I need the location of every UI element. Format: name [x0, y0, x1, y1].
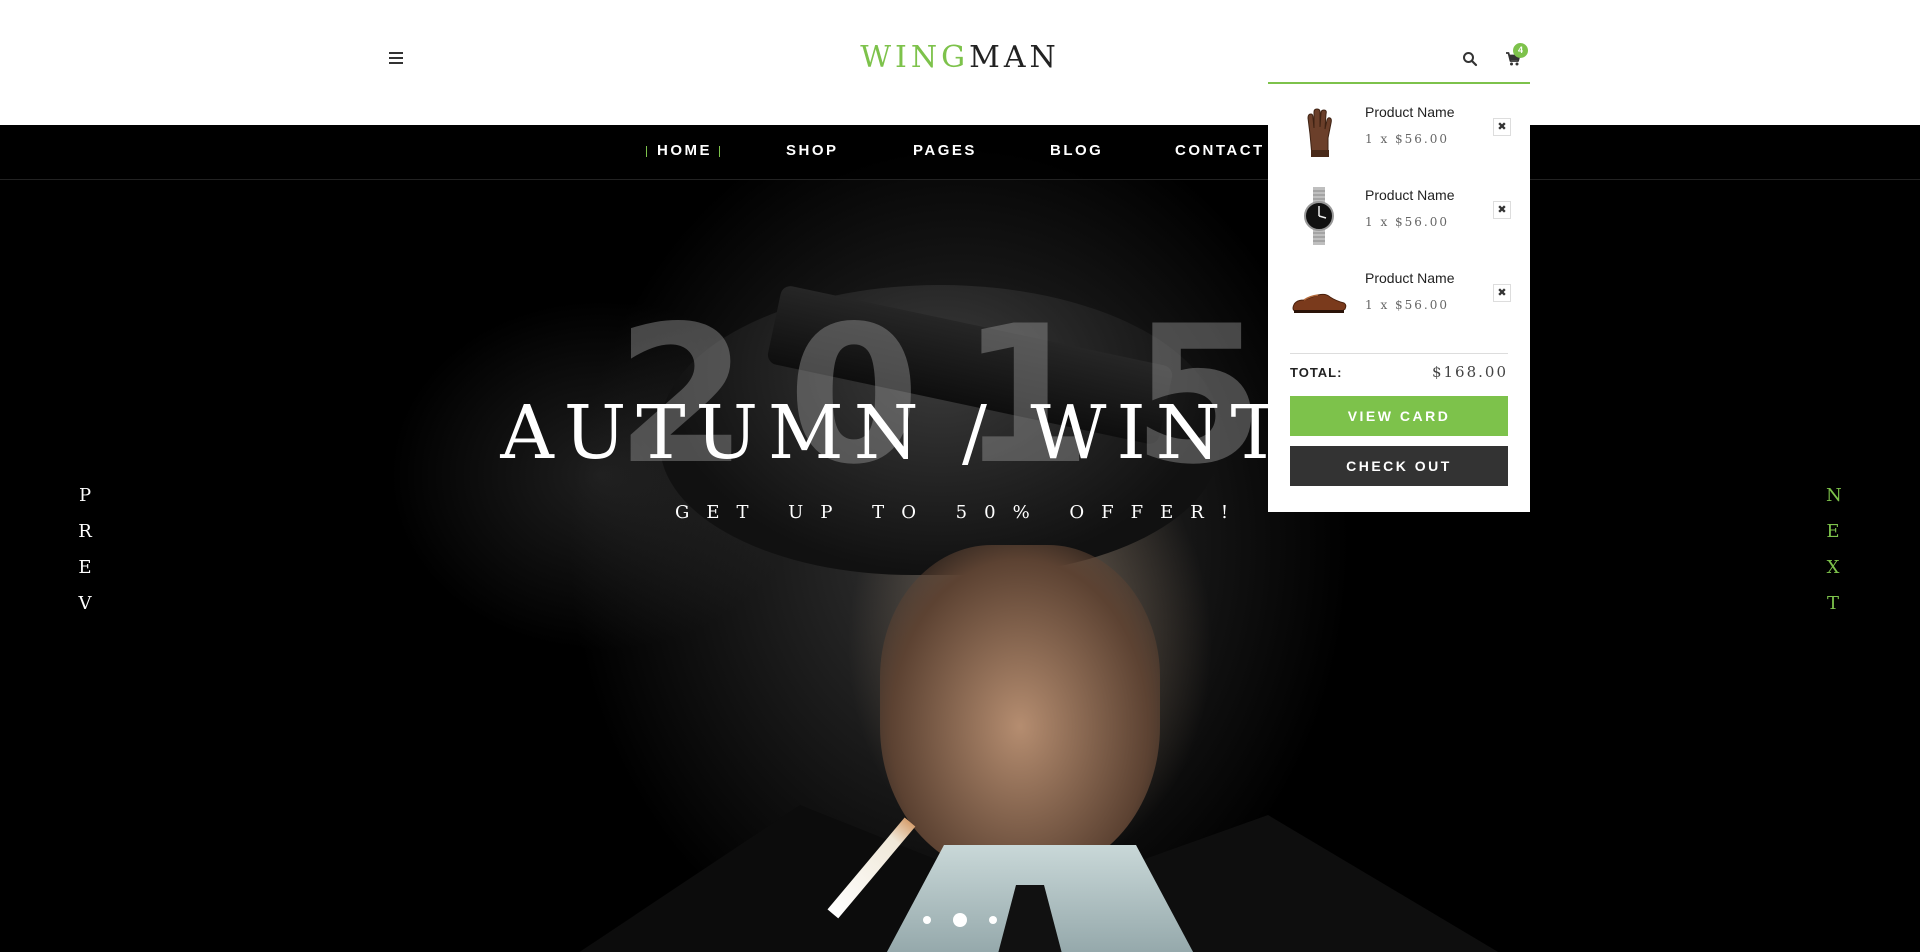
cart-item-name[interactable]: Product Name — [1365, 187, 1454, 203]
glove-icon[interactable] — [1290, 104, 1348, 162]
prev-button[interactable]: P R E V — [78, 478, 92, 622]
next-letter: X — [1826, 557, 1840, 578]
logo-accent: WING — [860, 40, 970, 75]
cart-item-price: 1 x $56.00 — [1365, 298, 1450, 312]
prev-letter: P — [78, 485, 92, 506]
cart-item-price: 1 x $56.00 — [1365, 132, 1450, 146]
hero-slider — [0, 125, 1920, 952]
remove-item-button[interactable]: ✖ — [1493, 284, 1511, 302]
search-icon[interactable] — [1462, 51, 1478, 67]
cart-dropdown: Product Name 1 x $56.00 ✖ Product Name 1… — [1268, 84, 1530, 512]
watch-icon[interactable] — [1290, 187, 1348, 245]
remove-item-button[interactable]: ✖ — [1493, 118, 1511, 136]
shoe-icon[interactable] — [1290, 270, 1348, 328]
site-logo[interactable]: WINGMAN — [0, 40, 1920, 75]
nav-pages[interactable]: PAGES — [913, 142, 977, 159]
cart-item: Product Name 1 x $56.00 ✖ — [1268, 270, 1530, 350]
cart-divider — [1290, 353, 1508, 354]
next-button[interactable]: N E X T — [1826, 478, 1842, 622]
logo-main: MAN — [969, 40, 1060, 75]
nav-contact[interactable]: CONTACT — [1175, 142, 1265, 159]
hero-headline: AUTUMN / WINTER — [500, 390, 1420, 476]
prev-letter: V — [78, 593, 92, 614]
slide-dot-2[interactable] — [953, 913, 967, 927]
main-nav: HOME SHOP PAGES BLOG CONTACT — [0, 125, 1920, 180]
cart-item: Product Name 1 x $56.00 ✖ — [1268, 104, 1530, 184]
hero-subline: GET UP TO 50% OFFER! — [674, 502, 1246, 523]
cart-item-name[interactable]: Product Name — [1365, 104, 1454, 120]
cart-total-value: $168.00 — [1431, 363, 1508, 381]
hero-face — [880, 545, 1160, 875]
next-letter: T — [1826, 593, 1839, 614]
prev-letter: E — [78, 557, 92, 578]
nav-shop[interactable]: SHOP — [786, 142, 839, 159]
cart-item: Product Name 1 x $56.00 ✖ — [1268, 187, 1530, 267]
nav-home[interactable]: HOME — [646, 142, 720, 159]
nav-blog[interactable]: BLOG — [1050, 142, 1103, 159]
prev-letter: R — [78, 521, 92, 542]
checkout-button[interactable]: CHECK OUT — [1290, 446, 1508, 486]
cart-total-label: TOTAL: — [1290, 365, 1343, 380]
slide-dot-3[interactable] — [989, 916, 997, 924]
cart-item-price: 1 x $56.00 — [1365, 215, 1450, 229]
site-header: WINGMAN 4 — [0, 0, 1920, 125]
slide-dot-1[interactable] — [923, 916, 931, 924]
view-cart-button[interactable]: VIEW CARD — [1290, 396, 1508, 436]
cart-count-badge: 4 — [1513, 43, 1528, 58]
remove-item-button[interactable]: ✖ — [1493, 201, 1511, 219]
next-letter: E — [1826, 521, 1840, 542]
cart-item-name[interactable]: Product Name — [1365, 270, 1454, 286]
next-letter: N — [1826, 485, 1842, 506]
